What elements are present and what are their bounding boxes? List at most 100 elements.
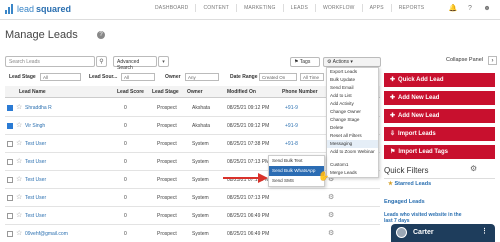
col-lead-name[interactable]: Lead Name <box>19 89 46 95</box>
menu-add-activity[interactable]: Add Activity <box>327 100 378 108</box>
table-row[interactable]: ☆ Shraddha R 0 Prospect Akshata 08/25/21 09:1… <box>5 99 380 117</box>
phone-number-cell[interactable]: +91-9 <box>285 105 298 111</box>
divider <box>384 178 495 179</box>
collapse-icon[interactable]: › <box>488 56 497 65</box>
menu-add-to-list[interactable]: Add to List <box>327 92 378 100</box>
submenu-send-bulk-whatsapp[interactable]: Send Bulk WhatsApp <box>269 166 324 176</box>
star-icon[interactable]: ☆ <box>16 139 22 147</box>
lead-name-link[interactable]: Vir Singh <box>25 123 45 129</box>
avatar <box>396 227 407 238</box>
lead-name-link[interactable]: Test User <box>25 159 46 165</box>
page-title: Manage Leads <box>5 29 78 41</box>
lead-name-link[interactable]: Test User <box>25 141 46 147</box>
table-row[interactable]: ☆ Vir Singh 0 Prospect Akshata 08/25/21 09:12… <box>5 117 380 135</box>
col-lead-stage[interactable]: Lead Stage <box>152 89 179 95</box>
tags-button[interactable]: ⚑ Tags <box>290 57 320 67</box>
date-range-select[interactable]: Created On <box>259 73 297 81</box>
row-checkbox[interactable] <box>7 105 13 111</box>
menu-merge-leads[interactable]: Merge Leads <box>327 169 378 177</box>
menu-custom1[interactable]: Custom1 <box>327 161 378 169</box>
quick-filter-starred[interactable]: ★ Starred Leads <box>388 181 431 187</box>
chevron-down-icon[interactable]: ▾ <box>158 56 169 67</box>
logo-text-light: lead <box>17 3 35 14</box>
menu-add-to-zoom-webinar[interactable]: Add to Zoom Webinar <box>327 148 378 161</box>
submenu-send-bulk-text[interactable]: Send Bulk Text <box>269 156 324 166</box>
gear-icon[interactable]: ⚙ <box>328 211 334 219</box>
nav-apps[interactable]: APPS <box>361 4 391 12</box>
info-icon[interactable]: ? <box>97 31 105 39</box>
star-icon[interactable]: ☆ <box>16 157 22 165</box>
star-icon[interactable]: ☆ <box>16 211 22 219</box>
nav-content[interactable]: CONTENT <box>195 4 236 12</box>
settings-icon[interactable]: ⚙ <box>470 164 477 173</box>
nav-dashboard[interactable]: DASHBOARD <box>148 4 195 12</box>
notification-icon[interactable]: 🔔 <box>448 4 458 14</box>
lead-stage-select[interactable]: All <box>40 73 81 81</box>
lead-name-link[interactable]: 09vehf@gmail.com <box>25 231 68 237</box>
nav-reports[interactable]: REPORTS <box>390 4 431 12</box>
menu-messaging[interactable]: Messaging <box>327 140 378 148</box>
star-icon[interactable]: ☆ <box>16 229 22 237</box>
add-new-lead-button-2[interactable]: ✚ Add New Lead <box>384 109 495 123</box>
advanced-search-button[interactable]: Advanced Search <box>113 56 157 71</box>
star-icon[interactable]: ☆ <box>16 103 22 111</box>
row-checkbox[interactable] <box>7 231 13 237</box>
owner-cell: Akshata <box>192 123 211 129</box>
lead-name-link[interactable]: Test User <box>25 177 46 183</box>
gear-icon[interactable]: ⚙ <box>328 193 334 201</box>
menu-delete[interactable]: Delete <box>327 124 378 132</box>
nav-workflow[interactable]: WORKFLOW <box>315 4 362 12</box>
actions-button[interactable]: ⚙ Actions ▾ <box>323 57 381 67</box>
menu-export-leads[interactable]: Export Leads <box>327 68 378 76</box>
row-checkbox[interactable] <box>7 141 13 147</box>
row-checkbox[interactable] <box>7 177 13 183</box>
time-select[interactable]: All Time <box>300 73 324 81</box>
import-leads-button[interactable]: ⇩ Import Leads <box>384 127 495 141</box>
user-icon[interactable]: ☻ <box>482 4 492 14</box>
nav-leads[interactable]: LEADS <box>282 4 315 12</box>
quick-filter-engaged[interactable]: Engaged Leads <box>384 199 425 205</box>
lead-name-link[interactable]: Test User <box>25 195 46 201</box>
row-checkbox[interactable] <box>7 213 13 219</box>
nav-marketing[interactable]: MARKETING <box>236 4 283 12</box>
quick-add-lead-button[interactable]: ✚ Quick Add Lead <box>384 73 495 87</box>
add-new-lead-button[interactable]: ✚ Add New Lead <box>384 91 495 105</box>
lead-name-link[interactable]: Test User <box>25 213 46 219</box>
col-modified-on[interactable]: Modified On <box>227 89 256 95</box>
row-checkbox[interactable] <box>7 195 13 201</box>
menu-reset-filters[interactable]: Reset all Filters <box>327 132 378 140</box>
row-checkbox[interactable] <box>7 123 13 129</box>
phone-number-cell[interactable]: +91-9 <box>285 123 298 129</box>
row-checkbox[interactable] <box>7 159 13 165</box>
col-owner[interactable]: Owner <box>187 89 203 95</box>
search-input[interactable]: Search Leads <box>5 56 95 67</box>
table-row[interactable]: ☆ Test User 0 Prospect System 08/25/21 06:49 … <box>5 207 380 225</box>
menu-send-email[interactable]: Send Email <box>327 84 378 92</box>
table-row[interactable]: ☆ 09vehf@gmail.com 0 Prospect System 08/25/21… <box>5 225 380 242</box>
search-icon[interactable]: ⚲ <box>96 56 107 67</box>
table-row[interactable]: ☆ Test User 0 Prospect System 08/25/21 07:13 … <box>5 189 380 207</box>
help-icon[interactable]: ? <box>465 4 475 14</box>
menu-change-stage[interactable]: Change Stage <box>327 116 378 124</box>
owner-select[interactable]: Any <box>185 73 219 81</box>
collapse-panel-label[interactable]: Collapse Panel <box>446 57 483 63</box>
lead-name-link[interactable]: Shraddha R <box>25 105 52 111</box>
chat-widget[interactable]: Carter ⋮ <box>391 224 495 242</box>
import-lead-tags-button[interactable]: ⚑ Import Lead Tags <box>384 145 495 159</box>
gear-icon[interactable]: ⚙ <box>328 229 334 237</box>
owner-label: Owner <box>165 74 181 80</box>
lead-source-select[interactable]: All <box>121 73 155 81</box>
more-options-icon[interactable]: ⋮ <box>481 227 488 235</box>
star-icon[interactable]: ☆ <box>16 175 22 183</box>
phone-number-cell[interactable]: +91-8 <box>285 141 298 147</box>
col-lead-score[interactable]: Lead Score <box>117 89 144 95</box>
col-phone-number[interactable]: Phone Number <box>282 89 318 95</box>
submenu-send-sms[interactable]: Send SMS <box>269 176 324 186</box>
logo[interactable]: lead squared <box>5 3 71 14</box>
star-icon[interactable]: ☆ <box>16 193 22 201</box>
table-row[interactable]: ☆ Test User 0 Prospect System 08/25/21 07:38 … <box>5 135 380 153</box>
menu-change-owner[interactable]: Change Owner <box>327 108 378 116</box>
menu-bulk-update[interactable]: Bulk Update <box>327 76 378 84</box>
star-icon[interactable]: ☆ <box>16 121 22 129</box>
quick-filter-visited-website[interactable]: Leads who visited website in the last 7 … <box>384 212 464 224</box>
